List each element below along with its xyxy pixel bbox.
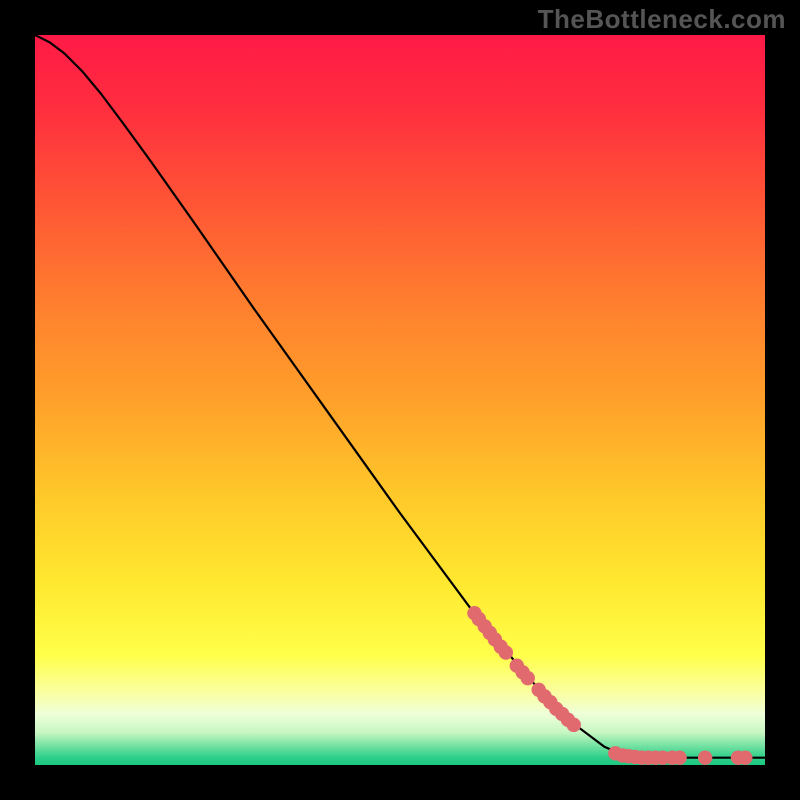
data-marker <box>567 718 581 732</box>
data-marker <box>499 645 513 659</box>
data-marker <box>738 751 752 765</box>
data-marker <box>521 671 535 685</box>
gradient-background <box>35 35 765 765</box>
chart-stage: TheBottleneck.com <box>0 0 800 800</box>
chart-svg <box>35 35 765 765</box>
plot-area <box>35 35 765 765</box>
watermark-text: TheBottleneck.com <box>538 4 786 35</box>
data-marker <box>672 751 686 765</box>
data-marker <box>698 751 712 765</box>
